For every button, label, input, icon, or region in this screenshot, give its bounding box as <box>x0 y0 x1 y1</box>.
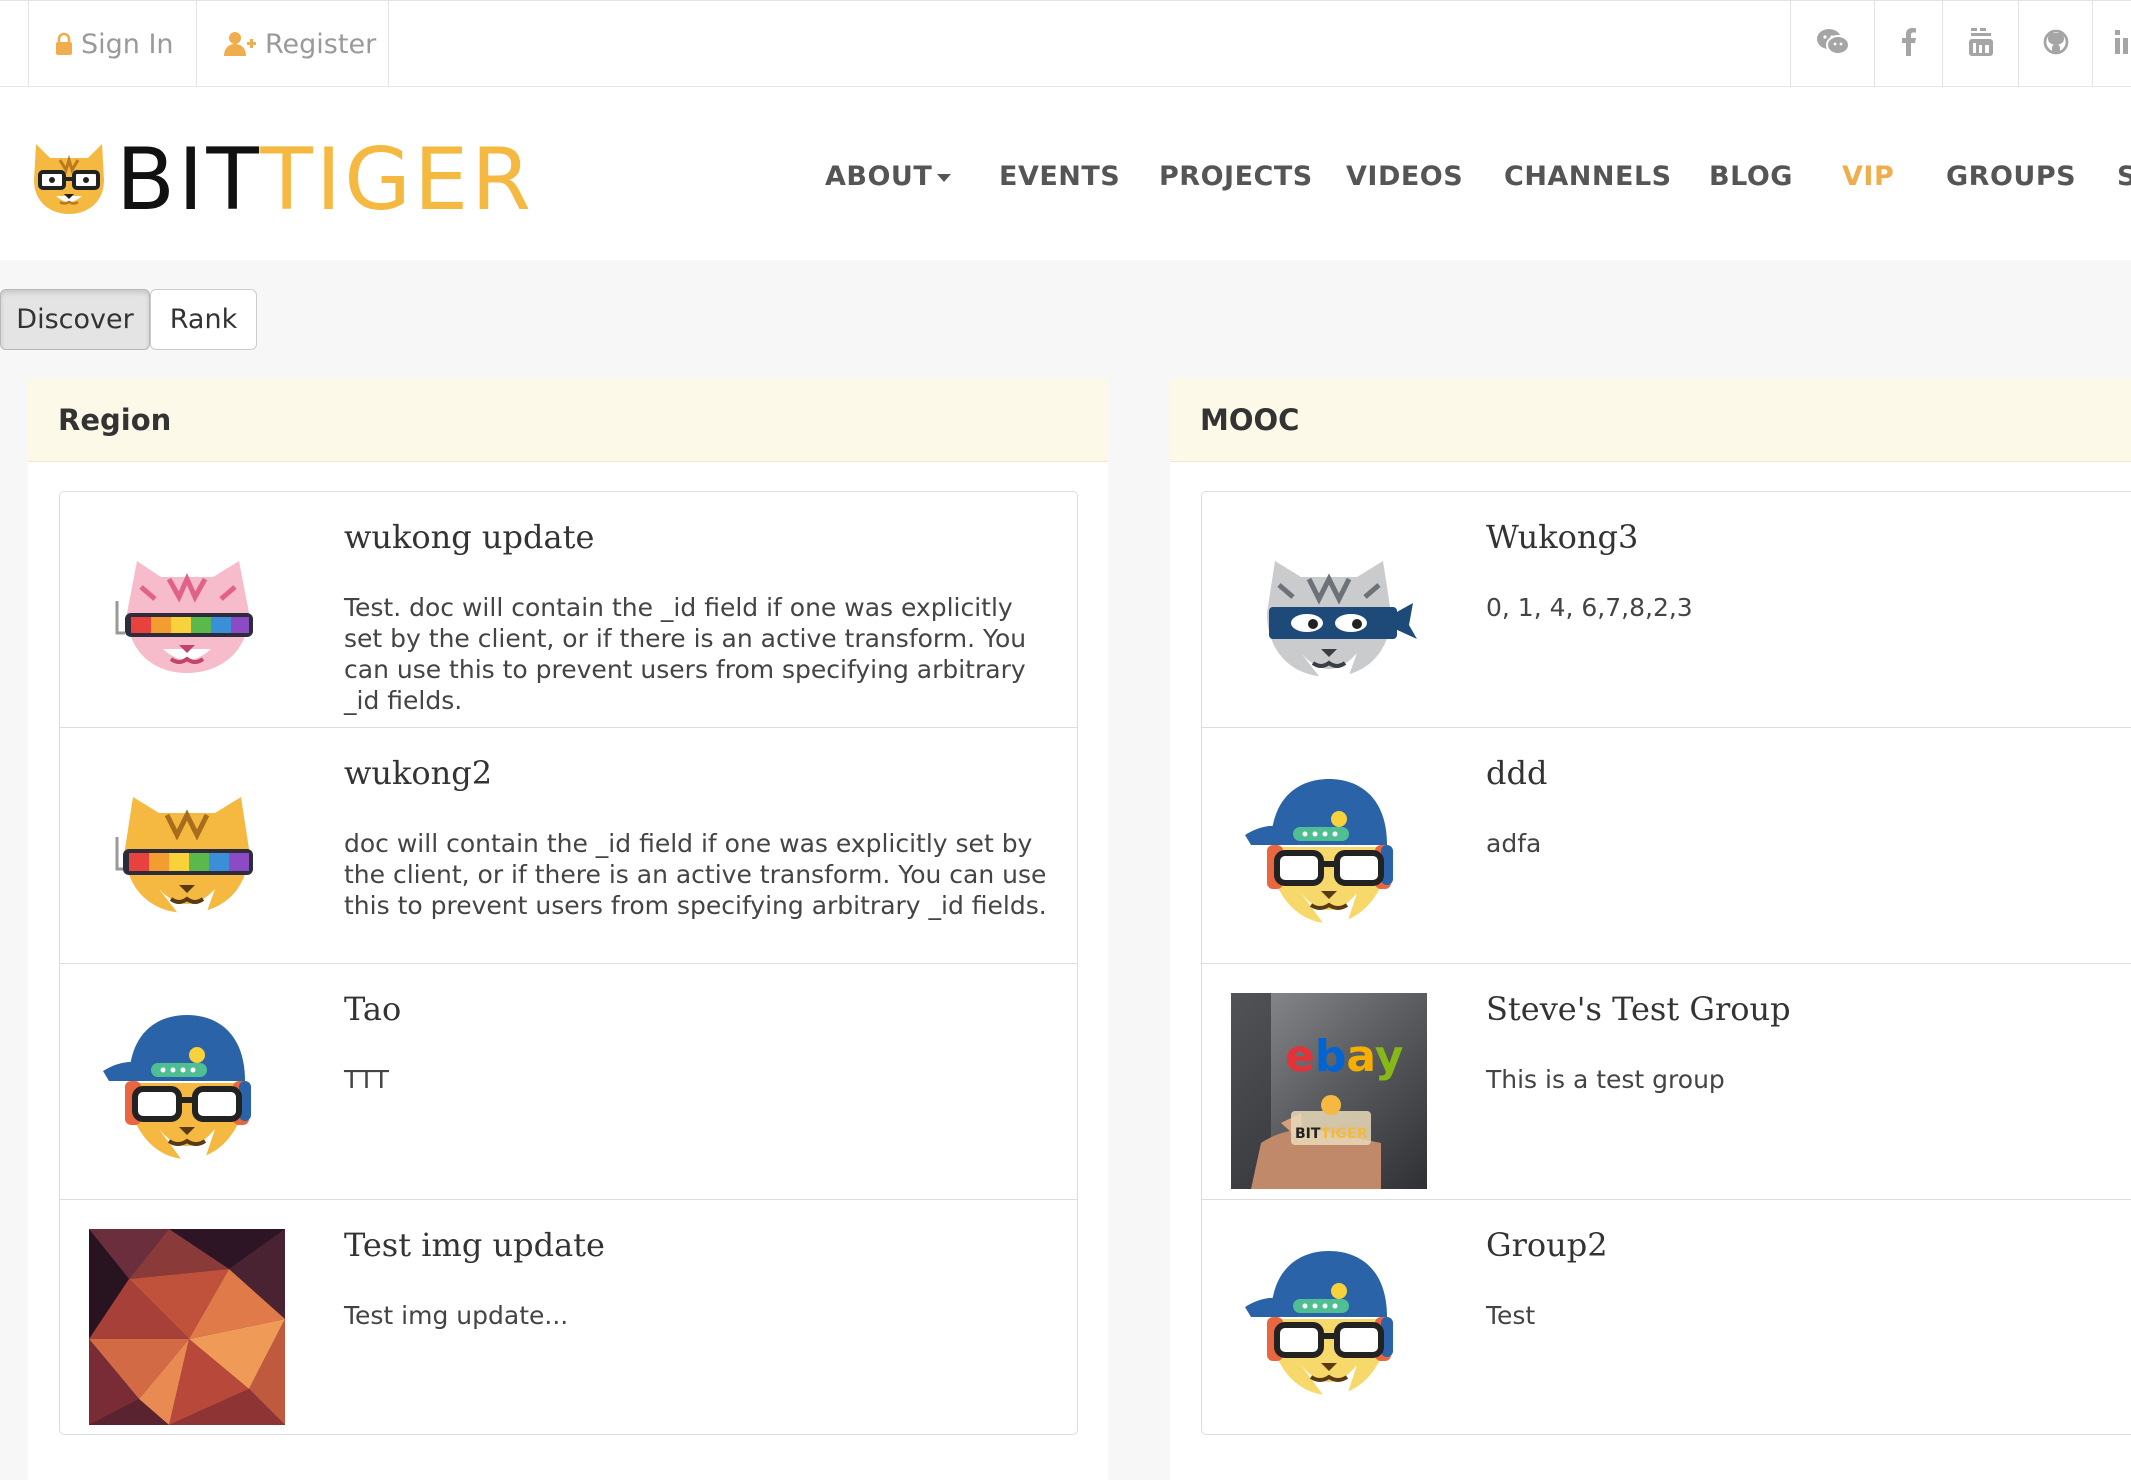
list-item[interactable]: Test img update Test img update... <box>60 1200 1077 1436</box>
logo-text-tiger: TIGER <box>260 130 535 230</box>
abstract-polygon-image <box>89 1229 285 1425</box>
site-header: BITTIGER ABOUT EVENTS PROJECTS VIDEOS CH… <box>0 87 2131 260</box>
nav-projects[interactable]: PROJECTS <box>1159 161 1313 192</box>
user-plus-icon <box>223 31 257 57</box>
list-item[interactable]: wukong2 doc will contain the _id field i… <box>60 728 1077 964</box>
nav-videos[interactable]: VIDEOS <box>1346 161 1463 192</box>
logo-text-bit: BIT <box>116 130 261 230</box>
nav-channels[interactable]: CHANNELS <box>1504 161 1672 192</box>
orange-tiger-avatar-icon <box>89 757 285 953</box>
register-label: Register <box>265 28 377 60</box>
nav-more[interactable]: S <box>2117 161 2131 192</box>
group-title[interactable]: ddd <box>1486 754 1547 792</box>
lock-icon <box>55 32 73 56</box>
cap-tiger-avatar-icon <box>89 993 285 1189</box>
tab-discover[interactable]: Discover <box>0 289 150 350</box>
list-item[interactable]: Wukong3 0, 1, 4, 6,7,8,2,3 <box>1202 492 2131 728</box>
group-list: Wukong3 0, 1, 4, 6,7,8,2,3 ddd adfa ebay… <box>1201 491 2131 1435</box>
pink-tiger-avatar-icon <box>89 521 285 717</box>
nav-vip[interactable]: VIP <box>1842 161 1894 192</box>
mooc-panel: MOOC Wukong3 0, 1, 4, 6,7,8,2,3 ddd adfa… <box>1170 378 2131 1480</box>
list-item[interactable]: ddd adfa <box>1202 728 2131 964</box>
bittiger-photo-text: BITTIGER <box>1295 1126 1368 1142</box>
group-description: adfa <box>1486 829 1542 858</box>
nav-groups[interactable]: GROUPS <box>1946 161 2076 192</box>
yellow-cap-tiger-avatar-icon <box>1231 757 1427 953</box>
youtube-icon <box>1968 28 1993 60</box>
linkedin-icon <box>2115 30 2131 58</box>
linkedin-link[interactable] <box>2092 1 2131 87</box>
list-item[interactable]: ebay BITTIGER Steve's Test Group This is… <box>1202 964 2131 1200</box>
group-title[interactable]: Steve's Test Group <box>1486 990 1791 1028</box>
github-link[interactable] <box>2018 1 2092 87</box>
facebook-link[interactable] <box>1874 1 1942 87</box>
nav-events[interactable]: EVENTS <box>999 161 1120 192</box>
group-title[interactable]: Wukong3 <box>1486 518 1638 556</box>
nav-about-label: ABOUT <box>825 161 933 192</box>
group-description: TTT <box>344 1065 389 1094</box>
facebook-icon <box>1901 28 1916 60</box>
ebay-photo-image: ebay BITTIGER <box>1231 993 1427 1189</box>
wechat-link[interactable] <box>1790 1 1874 87</box>
group-title[interactable]: wukong update <box>344 518 594 556</box>
caret-down-icon <box>937 173 952 182</box>
list-item[interactable]: wukong update Test. doc will contain the… <box>60 492 1077 728</box>
group-title[interactable]: wukong2 <box>344 754 492 792</box>
top-bar: Sign In Register <box>0 0 2131 87</box>
wechat-icon <box>1816 28 1850 60</box>
group-title[interactable]: Test img update <box>344 1226 605 1264</box>
nav-about[interactable]: ABOUT <box>825 161 952 192</box>
group-description: Test <box>1486 1301 1536 1330</box>
github-icon <box>2043 29 2069 59</box>
panel-heading: MOOC <box>1170 378 2131 462</box>
group-description: Test img update... <box>344 1301 569 1330</box>
tab-rank[interactable]: Rank <box>150 289 257 350</box>
grey-tiger-avatar-icon <box>1231 521 1427 717</box>
group-list: wukong update Test. doc will contain the… <box>59 491 1078 1435</box>
region-panel: Region wukong update Test. doc will cont… <box>28 378 1108 1480</box>
register-link[interactable]: Register <box>196 1 389 87</box>
list-item[interactable]: Group2 Test <box>1202 1200 2131 1436</box>
group-description: doc will contain the _id field if one wa… <box>344 829 1047 920</box>
yellow-cap-tiger-avatar-icon <box>1231 1229 1427 1425</box>
group-title[interactable]: Tao <box>344 990 401 1028</box>
panel-heading: Region <box>28 378 1108 462</box>
bittiger-logo[interactable]: BITTIGER <box>30 137 534 223</box>
nav-blog[interactable]: BLOG <box>1709 161 1793 192</box>
youtube-link[interactable] <box>1942 1 2018 87</box>
ebay-logo-text: ebay <box>1285 1031 1403 1082</box>
group-description: This is a test group <box>1486 1065 1725 1094</box>
group-description: 0, 1, 4, 6,7,8,2,3 <box>1486 593 1693 622</box>
group-description: Test. doc will contain the _id field if … <box>344 593 1027 715</box>
sign-in-label: Sign In <box>81 28 174 60</box>
group-title[interactable]: Group2 <box>1486 1226 1608 1264</box>
tiger-logo-icon <box>30 138 108 222</box>
list-item[interactable]: Tao TTT <box>60 964 1077 1200</box>
sign-in-link[interactable]: Sign In <box>28 1 196 87</box>
